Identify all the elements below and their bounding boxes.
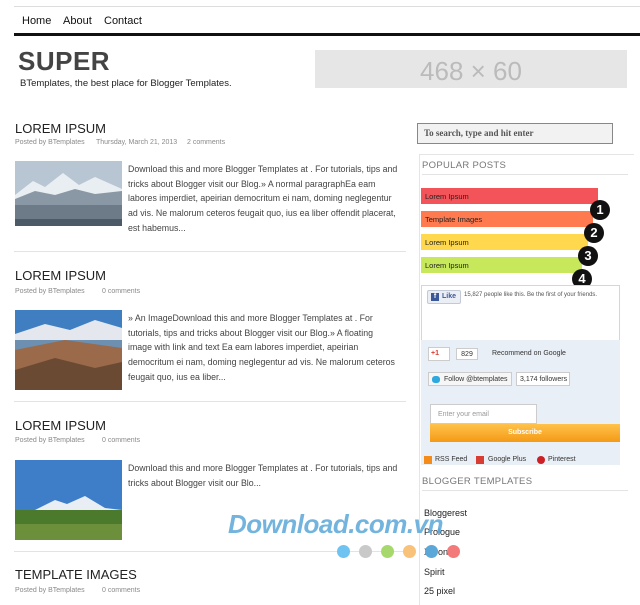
popular-post-item[interactable]: Lorem Ipsum xyxy=(421,234,588,250)
nav-contact[interactable]: Contact xyxy=(104,15,142,27)
post-comments[interactable]: 0 comments xyxy=(102,288,140,295)
nav-about[interactable]: About xyxy=(63,15,92,27)
popular-posts-title: POPULAR POSTS xyxy=(422,160,507,171)
rank-badge: 1 xyxy=(590,200,610,220)
post-title[interactable]: LOREM IPSUM xyxy=(15,268,106,283)
post-title[interactable]: TEMPLATE IMAGES xyxy=(15,567,137,582)
post-title[interactable]: LOREM IPSUM xyxy=(15,418,106,433)
gplus-recommend-text: Recommend on Google xyxy=(492,350,566,357)
gplus-count: 829 xyxy=(456,348,478,360)
post-excerpt: Download this and more Blogger Templates… xyxy=(128,463,398,488)
watermark-dot xyxy=(447,545,460,558)
search-placeholder: To search, type and hit enter xyxy=(424,128,534,138)
watermark-logo: Download.com.vn xyxy=(228,509,443,539)
rss-feed-link[interactable]: RSS Feed xyxy=(435,456,467,463)
pinterest-link[interactable]: Pinterest xyxy=(548,456,576,463)
watermark-dot xyxy=(425,545,438,558)
post-comments[interactable]: 0 comments xyxy=(102,437,140,444)
watermark-dot xyxy=(403,545,416,558)
post-thumbnail[interactable] xyxy=(15,460,122,540)
facebook-like-button[interactable]: f Like xyxy=(427,290,461,304)
post-author[interactable]: Posted by BTemplates xyxy=(15,587,85,594)
rank-badge: 3 xyxy=(578,246,598,266)
subscribe-button[interactable]: Subscribe xyxy=(430,424,620,442)
post-author[interactable]: Posted by BTemplates xyxy=(15,288,85,295)
post-author[interactable]: Posted by BTemplates xyxy=(15,437,85,444)
site-description: BTemplates, the best place for Blogger T… xyxy=(20,78,232,89)
popular-post-item[interactable]: Template Images xyxy=(421,211,593,227)
twitter-follow-button[interactable]: Follow @btemplates xyxy=(428,372,512,386)
post-comments[interactable]: 2 comments xyxy=(187,139,225,146)
facebook-like-count: 15,827 people like this. Be the first of… xyxy=(464,292,598,298)
twitter-icon xyxy=(432,376,440,383)
blogger-template-link[interactable]: 25 pixel xyxy=(424,586,455,596)
post-divider xyxy=(14,401,406,402)
social-buttons-panel xyxy=(421,340,620,465)
like-label: Like xyxy=(442,293,457,300)
watermark-dot xyxy=(359,545,372,558)
banner-size-label: 468 × 60 xyxy=(420,56,522,86)
facebook-icon: f xyxy=(431,293,439,301)
widget-divider xyxy=(422,490,628,491)
post-thumbnail[interactable] xyxy=(15,161,122,226)
post-excerpt: Download this and more Blogger Templates… xyxy=(128,164,398,233)
search-input[interactable]: To search, type and hit enter xyxy=(417,123,613,144)
widget-divider xyxy=(422,174,628,175)
post-author[interactable]: Posted by BTemplates xyxy=(15,139,85,146)
watermark-dot xyxy=(337,545,350,558)
rank-badge: 2 xyxy=(584,223,604,243)
top-nav: Home About Contact xyxy=(14,6,640,36)
ad-banner[interactable]: 468 × 60 xyxy=(315,50,627,88)
email-field[interactable]: Enter your email xyxy=(430,404,537,424)
post-thumbnail[interactable] xyxy=(15,310,122,390)
blogger-template-link[interactable]: Spirit xyxy=(424,567,445,577)
post-title[interactable]: LOREM IPSUM xyxy=(15,121,106,136)
post-divider xyxy=(14,251,406,252)
nav-home[interactable]: Home xyxy=(22,15,51,27)
pinterest-icon xyxy=(537,456,545,464)
post-comments[interactable]: 0 comments xyxy=(102,587,140,594)
site-title[interactable]: SUPER xyxy=(18,46,110,77)
post-excerpt: » An ImageDownload this and more Blogger… xyxy=(128,313,395,382)
popular-post-item[interactable]: Lorem Ipsum xyxy=(421,257,582,273)
gplus-button[interactable]: +1 xyxy=(428,347,450,361)
email-placeholder: Enter your email xyxy=(438,411,489,418)
blogger-templates-title: BLOGGER TEMPLATES xyxy=(422,476,533,487)
google-plus-icon xyxy=(476,456,484,464)
popular-post-item[interactable]: Lorem Ipsum xyxy=(421,188,598,204)
twitter-followers-count: 3,174 followers xyxy=(516,372,570,386)
post-date: Thursday, March 21, 2013 xyxy=(96,139,178,146)
google-plus-link[interactable]: Google Plus xyxy=(488,456,526,463)
rss-icon xyxy=(424,456,432,464)
watermark-dot xyxy=(381,545,394,558)
